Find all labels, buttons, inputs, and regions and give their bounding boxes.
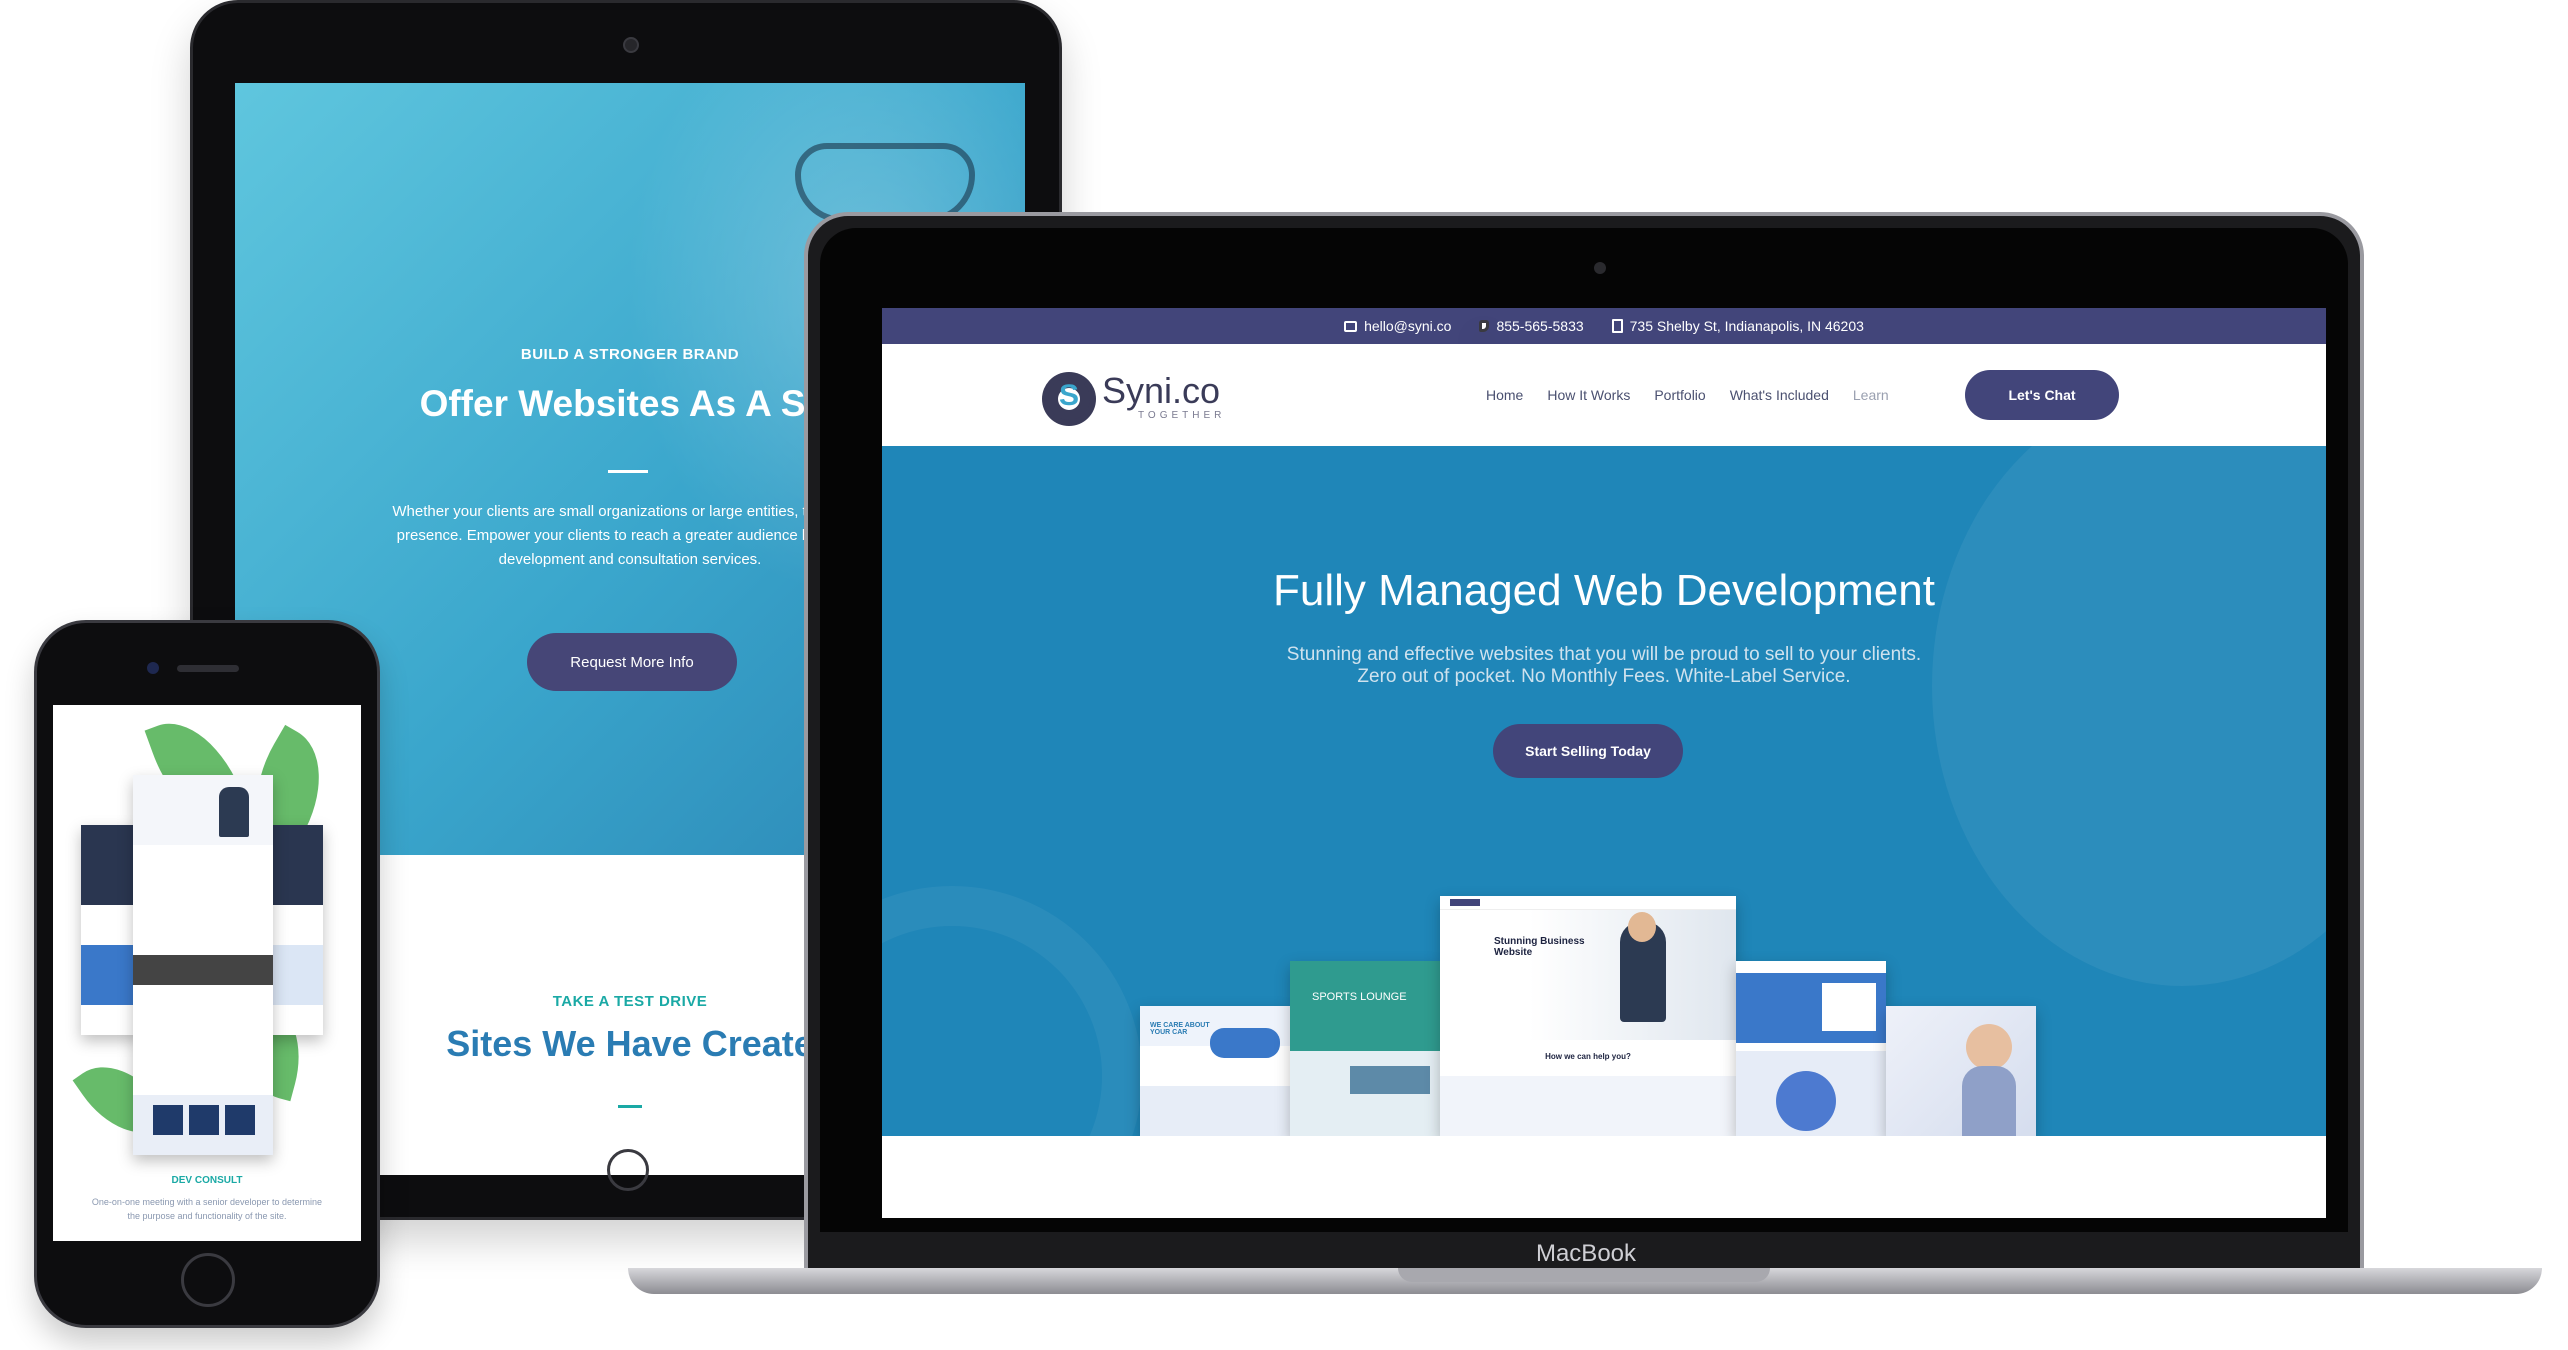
main-nav: Home How It Works Portfolio What's Inclu… xyxy=(1486,344,1889,446)
building-icon xyxy=(1611,319,1623,333)
mockup-form xyxy=(1822,983,1876,1031)
page-bottom xyxy=(882,1136,2326,1218)
nav-learn[interactable]: Learn xyxy=(1853,387,1889,403)
mockup-heading: Stunning Business Website xyxy=(1494,936,1585,958)
laptop-screen: hello@syni.co 855-565-5833 735 Shelby St… xyxy=(882,308,2326,1218)
phone-device: DEV CONSULT One-on-one meeting with a se… xyxy=(34,620,380,1328)
mockup-caption: WE CARE ABOUT YOUR CAR xyxy=(1150,1022,1210,1036)
hero-subtitle-line: Zero out of pocket. No Monthly Fees. Whi… xyxy=(1357,666,1851,687)
phone-speaker xyxy=(177,665,239,672)
mockup-content xyxy=(1440,1076,1736,1136)
lets-chat-button[interactable]: Let's Chat xyxy=(1965,370,2119,420)
mockup-card-far-left: WE CARE ABOUT YOUR CAR xyxy=(1140,1006,1290,1136)
start-selling-button[interactable]: Start Selling Today xyxy=(1493,724,1683,778)
contact-topbar: hello@syni.co 855-565-5833 735 Shelby St… xyxy=(882,308,2326,344)
decorative-shape xyxy=(1932,446,2326,986)
envelope-icon xyxy=(1344,320,1358,332)
glasses-shape xyxy=(795,143,975,223)
site-navbar: S Syni.co TOGETHER Home How It Works Por… xyxy=(882,344,2326,446)
mockup-people xyxy=(1776,1071,1836,1131)
synico-logo[interactable]: S Syni.co TOGETHER xyxy=(1042,370,1242,430)
mockup-card-center: Stunning Business Website How we can hel… xyxy=(1440,896,1736,1136)
hero-subtitle: Stunning and effective websites that you… xyxy=(882,644,2326,688)
businessman-photo xyxy=(219,787,249,837)
phone-text: 855-565-5833 xyxy=(1496,318,1584,334)
phone-mockup-center xyxy=(133,775,273,1155)
mockup-caption: SPORTS LOUNGE xyxy=(1312,991,1407,1003)
macbook-label: MacBook xyxy=(1535,1240,1637,1267)
email-text: hello@syni.co xyxy=(1364,318,1452,334)
hero-title: Fully Managed Web Development xyxy=(1273,566,1935,615)
mockup-content xyxy=(1140,1086,1290,1136)
phone-section-body: One-on-one meeting with a senior develop… xyxy=(67,1195,347,1223)
phone-mockup-left xyxy=(81,825,141,1035)
mockup-card-far-right xyxy=(1886,1006,2036,1136)
nav-portfolio[interactable]: Portfolio xyxy=(1654,387,1705,403)
mockup-subheading: How we can help you? xyxy=(1545,1052,1631,1061)
logo-wordmark: Syni.co xyxy=(1102,370,1221,411)
phone-camera xyxy=(147,662,159,674)
laptop-bezel: hello@syni.co 855-565-5833 735 Shelby St… xyxy=(820,228,2348,1286)
mockup-card-left: SPORTS LOUNGE xyxy=(1290,961,1440,1136)
team-photo xyxy=(225,1105,255,1135)
phone-body-line: the purpose and functionality of the sit… xyxy=(127,1211,287,1221)
team-photo xyxy=(189,1105,219,1135)
laptop-notch xyxy=(1398,1268,1770,1282)
logo-tagline: TOGETHER xyxy=(1138,410,1226,421)
nav-how-it-works[interactable]: How It Works xyxy=(1547,387,1630,403)
divider xyxy=(608,470,648,473)
topbar-phone[interactable]: 855-565-5833 xyxy=(1479,318,1584,334)
woman-body xyxy=(1962,1066,2016,1136)
laptop-camera xyxy=(1594,262,1606,274)
phone-section-label: DEV CONSULT xyxy=(171,1175,243,1186)
car-image xyxy=(1210,1028,1280,1058)
topbar-email[interactable]: hello@syni.co xyxy=(1344,318,1451,334)
face-shape xyxy=(1628,912,1656,942)
topbar-address: 735 Shelby St, Indianapolis, IN 46203 xyxy=(1611,318,1864,334)
mockup-gallery xyxy=(133,955,273,985)
mockup-card-right xyxy=(1736,961,1886,1136)
tablet-home-button xyxy=(607,1149,649,1191)
phone-icon xyxy=(1479,320,1490,332)
nav-whats-included[interactable]: What's Included xyxy=(1730,387,1829,403)
address-text: 735 Shelby St, Indianapolis, IN 46203 xyxy=(1629,318,1864,334)
divider xyxy=(618,1105,642,1108)
phone-screen: DEV CONSULT One-on-one meeting with a se… xyxy=(53,705,361,1241)
nav-home[interactable]: Home xyxy=(1486,387,1523,403)
tablet-camera xyxy=(623,37,639,53)
hero-section: Fully Managed Web Development Stunning a… xyxy=(882,446,2326,1136)
mockup-image xyxy=(1350,1066,1430,1094)
s-glyph: S xyxy=(1059,379,1080,412)
laptop-lid: hello@syni.co 855-565-5833 735 Shelby St… xyxy=(804,212,2364,1286)
phone-body-line: One-on-one meeting with a senior develop… xyxy=(91,1197,323,1207)
request-more-info-button[interactable]: Request More Info xyxy=(527,633,737,691)
phone-home-button xyxy=(181,1253,235,1307)
woman-photo xyxy=(1966,1024,2012,1070)
team-photo xyxy=(153,1105,183,1135)
mockup-logo xyxy=(1450,899,1480,906)
decorative-shape xyxy=(882,886,1142,1136)
hero-subtitle-line: Stunning and effective websites that you… xyxy=(1286,644,1922,665)
mockup-block xyxy=(81,945,141,1005)
mockup-hero xyxy=(1440,910,1736,1040)
